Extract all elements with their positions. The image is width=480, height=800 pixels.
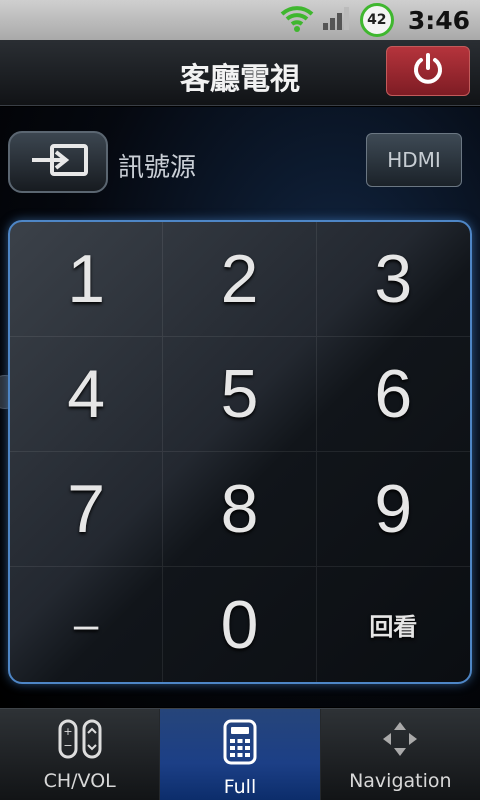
key-4[interactable]: 4 (10, 337, 164, 452)
tab-navigation[interactable]: Navigation (321, 709, 480, 800)
svg-text:−: − (63, 739, 72, 752)
key-8[interactable]: 8 (163, 452, 317, 567)
wifi-icon (280, 4, 314, 36)
power-button[interactable] (386, 46, 470, 96)
tab-label: CH/VOL (43, 770, 116, 792)
input-source-button[interactable] (8, 131, 108, 193)
key-1[interactable]: 1 (10, 222, 164, 337)
navigation-arrows-icon (380, 719, 420, 764)
tab-label: Navigation (349, 770, 452, 792)
remote-keypad-icon (222, 719, 258, 770)
key-3[interactable]: 3 (316, 222, 470, 337)
battery-level-icon: 42 (359, 3, 394, 37)
key-6[interactable]: 6 (316, 337, 470, 452)
key-recall[interactable]: 回看 (317, 567, 470, 682)
title-bar: 客廳電視 (0, 40, 480, 106)
remote-main: 訊號源 HDMI › 1 2 3 4 5 6 7 8 9 – 0 回看 (0, 107, 480, 707)
signal-strength-icon (322, 5, 352, 35)
tab-label: Full (223, 776, 257, 798)
status-bar: 42 3:46 (0, 0, 480, 40)
svg-text:+: + (63, 725, 72, 738)
ch-vol-icon: + − (57, 719, 103, 764)
battery-level: 42 (367, 12, 387, 28)
hdmi-button[interactable]: HDMI (366, 133, 462, 187)
bottom-tab-bar: + − CH/VOL Full Navigation (0, 708, 480, 800)
status-time: 3:46 (407, 5, 470, 35)
tab-ch-vol[interactable]: + − CH/VOL (0, 709, 161, 800)
tab-full[interactable]: Full (160, 709, 321, 800)
power-icon (411, 52, 445, 90)
key-7[interactable]: 7 (10, 452, 164, 567)
key-dash[interactable]: – (10, 567, 164, 682)
key-5[interactable]: 5 (163, 337, 317, 452)
number-keypad: 1 2 3 4 5 6 7 8 9 – 0 回看 (8, 220, 472, 684)
key-2[interactable]: 2 (163, 222, 317, 337)
input-source-icon (26, 143, 90, 181)
key-0[interactable]: 0 (163, 567, 317, 682)
input-source-label: 訊號源 (118, 153, 197, 183)
key-9[interactable]: 9 (316, 452, 470, 567)
